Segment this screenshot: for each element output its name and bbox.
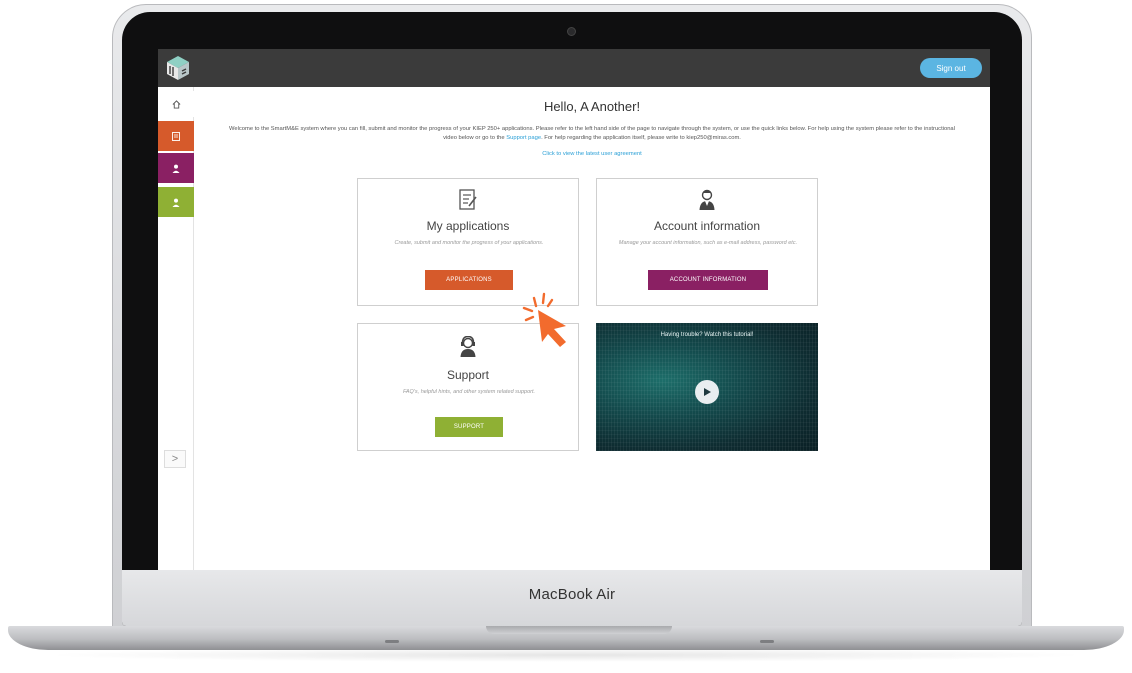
- document-edit-icon: [358, 189, 578, 211]
- account-card-title: Account information: [653, 219, 761, 233]
- laptop-chin: MacBook Air: [122, 570, 1022, 626]
- play-icon[interactable]: [695, 380, 719, 404]
- smart-me-logo-icon[interactable]: [164, 54, 192, 82]
- sidebar: >: [158, 87, 194, 570]
- account-information-button[interactable]: ACCOUNT INFORMATION: [648, 270, 768, 290]
- page-title: Hello, A Another!: [543, 99, 641, 114]
- welcome-text: Welcome to the SmartM&E system where you…: [224, 125, 960, 143]
- webcam-icon: [567, 27, 576, 36]
- applications-card: My applications Create, submit and monit…: [357, 178, 579, 306]
- sidebar-item-applications[interactable]: [158, 121, 194, 151]
- sign-out-button[interactable]: Sign out: [920, 58, 982, 78]
- support-card-desc: FAQ's, helpful hints, and other system r…: [402, 389, 536, 395]
- top-bar: Sign out: [158, 49, 990, 87]
- laptop-shadow: [40, 648, 1092, 662]
- applications-button[interactable]: APPLICATIONS: [425, 270, 513, 290]
- sidebar-item-home[interactable]: [158, 91, 194, 117]
- home-icon: [172, 99, 180, 109]
- user-icon: [172, 164, 180, 173]
- support-button[interactable]: SUPPORT: [435, 417, 503, 437]
- account-card: Account information Manage your account …: [596, 178, 818, 306]
- user-icon: [597, 189, 817, 211]
- main-content: Hello, A Another! Welcome to the SmartM&…: [194, 87, 990, 570]
- video-title: Having trouble? Watch this tutorial!: [660, 332, 754, 338]
- laptop-foot-right: [760, 640, 774, 643]
- applications-card-title: My applications: [426, 219, 510, 233]
- sidebar-item-support[interactable]: [158, 187, 194, 217]
- account-card-desc: Manage your account information, such as…: [618, 240, 798, 246]
- document-icon: [172, 131, 180, 141]
- tutorial-video[interactable]: Having trouble? Watch this tutorial!: [596, 323, 818, 451]
- support-card-title: Support: [446, 368, 490, 382]
- laptop-base: [8, 626, 1124, 650]
- support-page-link[interactable]: Support page: [506, 135, 541, 141]
- welcome-text-part2: . For help regarding the application its…: [541, 135, 741, 141]
- click-pointer-icon: [522, 292, 566, 347]
- laptop-base-notch: [486, 626, 672, 634]
- device-label: MacBook Air: [528, 586, 616, 603]
- sidebar-item-account[interactable]: [158, 153, 194, 183]
- support-icon: [172, 198, 180, 207]
- applications-card-desc: Create, submit and monitor the progress …: [394, 240, 544, 246]
- laptop-foot-left: [385, 640, 399, 643]
- sidebar-expand-button[interactable]: >: [164, 450, 186, 468]
- user-agreement-link[interactable]: Click to view the latest user agreement: [194, 151, 990, 157]
